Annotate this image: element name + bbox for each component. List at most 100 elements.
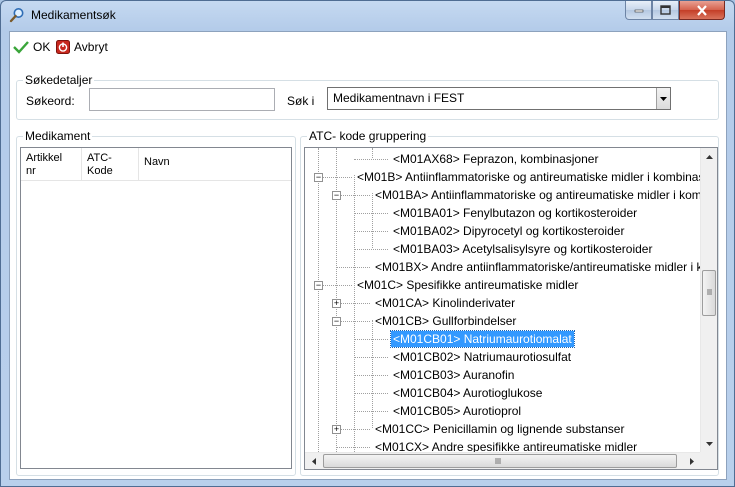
chevron-right-icon: [689, 458, 694, 465]
tree-node[interactable]: <M01CB01> Natriumaurotiomalat: [390, 330, 575, 349]
tree-node[interactable]: <M01BX> Andre antiinflammatoriske/antire…: [373, 259, 717, 277]
grip-icon: [707, 289, 712, 295]
expand-icon[interactable]: +: [332, 425, 341, 434]
tree-node-label: <M01CB02> Natriumaurotiosulfat: [393, 350, 572, 364]
tree-node-label: <M01AX68> Feprazon, kombinasjoner: [393, 152, 599, 166]
toolbar: OK Avbryt: [10, 32, 726, 62]
grip-icon: [495, 458, 501, 464]
tree-node-label: <M01BA01> Fenylbutazon og kortikosteroid…: [393, 206, 638, 220]
tree-connector: [354, 159, 388, 160]
cancel-icon: [56, 40, 70, 54]
horizontal-scroll-thumb[interactable]: [323, 454, 677, 468]
tree-connector: [336, 321, 370, 322]
tree-node-label: <M01CB05> Aurotioprol: [393, 404, 522, 418]
tree-node-label: <M01BA02> Dipyrocetyl og kortikosteroide…: [393, 224, 625, 238]
tree-node-label: <M01BA> Antiinflammatoriske og antireuma…: [375, 188, 717, 202]
vertical-scroll-thumb[interactable]: [702, 270, 716, 316]
cancel-button[interactable]: Avbryt: [56, 38, 108, 56]
tree-connector: [354, 249, 388, 250]
tree-connector: [336, 303, 370, 304]
collapse-icon[interactable]: −: [314, 173, 323, 182]
tree-node-label: <M01CB> Gullforbindelser: [375, 314, 517, 328]
tree-node-label: <M01CB03> Auranofin: [393, 368, 515, 382]
column-header-artikkel-nr[interactable]: Artikkel nr: [21, 148, 82, 180]
scroll-down-arrow[interactable]: [701, 435, 717, 452]
scroll-up-arrow[interactable]: [701, 148, 717, 165]
expand-icon[interactable]: +: [332, 299, 341, 308]
scroll-right-arrow[interactable]: [683, 453, 700, 469]
tree-node-label: <M01BX> Andre antiinflammatoriske/antire…: [375, 260, 717, 274]
chevron-down-icon: [660, 96, 667, 101]
column-header-atc-kode[interactable]: ATC- Kode: [82, 148, 139, 180]
tree-node[interactable]: <M01CB> Gullforbindelser: [373, 313, 518, 331]
window-title: Medikamentsøk: [31, 8, 116, 22]
list-header: Artikkel nr ATC- Kode Navn: [21, 148, 291, 181]
medikament-list[interactable]: Artikkel nr ATC- Kode Navn: [20, 147, 292, 469]
checkmark-icon: [13, 41, 29, 54]
tree-node[interactable]: <M01CB05> Aurotioprol: [391, 403, 523, 421]
close-icon: [697, 4, 707, 16]
tree-node[interactable]: <M01CB03> Auranofin: [391, 367, 516, 385]
tree-node[interactable]: <M01AX68> Feprazon, kombinasjoner: [391, 151, 600, 169]
tree-connector: [318, 177, 352, 178]
tree-node-label: <M01CA> Kinolinderivater: [375, 296, 516, 310]
ok-button-label: OK: [33, 40, 51, 54]
minimize-button[interactable]: [625, 1, 652, 20]
scroll-corner: [700, 452, 717, 469]
close-button[interactable]: [679, 1, 725, 20]
chevron-left-icon: [311, 458, 316, 465]
tree-connector: [354, 339, 388, 340]
tree-node-label: <M01CC> Penicillamin og lignende substan…: [375, 422, 625, 436]
keyword-label: Søkeord:: [26, 94, 75, 108]
scroll-left-arrow[interactable]: [305, 453, 322, 469]
tree-connector: [336, 267, 370, 268]
dropdown-arrow[interactable]: [656, 88, 670, 109]
cancel-button-label: Avbryt: [74, 40, 108, 54]
search-in-select[interactable]: Medikamentnavn i FEST: [327, 87, 671, 110]
medikament-title: Medikament: [23, 129, 93, 143]
tree-node[interactable]: <M01CA> Kinolinderivater: [373, 295, 517, 313]
search-details-title: Søkedetaljer: [23, 73, 95, 87]
chevron-down-icon: [706, 441, 713, 446]
tree-connector: [354, 393, 388, 394]
tree-node-label: <M01BA03> Acetylsalisylsyre og kortikost…: [393, 242, 653, 256]
tree-guide-line: [372, 148, 373, 158]
maximize-icon: [660, 5, 671, 15]
tree-node[interactable]: <M01C> Spesifikke antireumatiske midler: [355, 277, 580, 295]
column-header-navn[interactable]: Navn: [139, 148, 291, 180]
collapse-icon[interactable]: −: [314, 281, 323, 290]
tree-connector: [354, 213, 388, 214]
title-bar[interactable]: Medikamentsøk: [1, 1, 734, 31]
tree-node[interactable]: <M01CC> Penicillamin og lignende substan…: [373, 421, 626, 439]
tree-node[interactable]: <M01CB04> Aurotioglukose: [391, 385, 544, 403]
collapse-icon[interactable]: −: [332, 317, 341, 326]
keyword-input[interactable]: [89, 88, 275, 111]
vertical-scrollbar[interactable]: [700, 148, 717, 452]
tree-connector: [354, 357, 388, 358]
maximize-button[interactable]: [652, 1, 679, 20]
tree-node[interactable]: <M01BA01> Fenylbutazon og kortikosteroid…: [391, 205, 639, 223]
horizontal-scrollbar[interactable]: [305, 452, 700, 469]
tree-node[interactable]: <M01BA> Antiinflammatoriske og antireuma…: [373, 187, 717, 205]
search-in-value: Medikamentnavn i FEST: [333, 91, 465, 105]
tree-node-label: <M01B> Antiinflammatoriske og antireumat…: [357, 170, 718, 184]
ok-button[interactable]: OK: [13, 38, 50, 56]
collapse-icon[interactable]: −: [332, 191, 341, 200]
minimize-icon: [634, 9, 643, 13]
tree-connector: [336, 447, 370, 448]
tree-guide-line: [318, 148, 319, 452]
tree-node[interactable]: <M01BA03> Acetylsalisylsyre og kortikost…: [391, 241, 654, 259]
tree-connector: [354, 231, 388, 232]
atc-title: ATC- kode gruppering: [307, 129, 429, 143]
atc-tree[interactable]: − − − + − + <M01AX68> Feprazon, kombinasjoner…: [304, 147, 718, 470]
tree-node[interactable]: <M01B> Antiinflammatoriske og antireumat…: [355, 169, 718, 187]
tree-connector: [354, 411, 388, 412]
dialog-window: Medikamentsøk OK Avbryt Søkedetaljer Søk…: [0, 0, 735, 487]
tree-node[interactable]: <M01BA02> Dipyrocetyl og kortikosteroide…: [391, 223, 626, 241]
tree-connector: [354, 375, 388, 376]
tree-node-label: <M01CB04> Aurotioglukose: [393, 386, 543, 400]
dialog-content: OK Avbryt Søkedetaljer Søkeord: Søk i Me…: [9, 31, 727, 480]
chevron-up-icon: [706, 154, 713, 159]
tree-node[interactable]: <M01CB02> Natriumaurotiosulfat: [391, 349, 573, 367]
tree-node-label: <M01C> Spesifikke antireumatiske midler: [357, 278, 579, 292]
